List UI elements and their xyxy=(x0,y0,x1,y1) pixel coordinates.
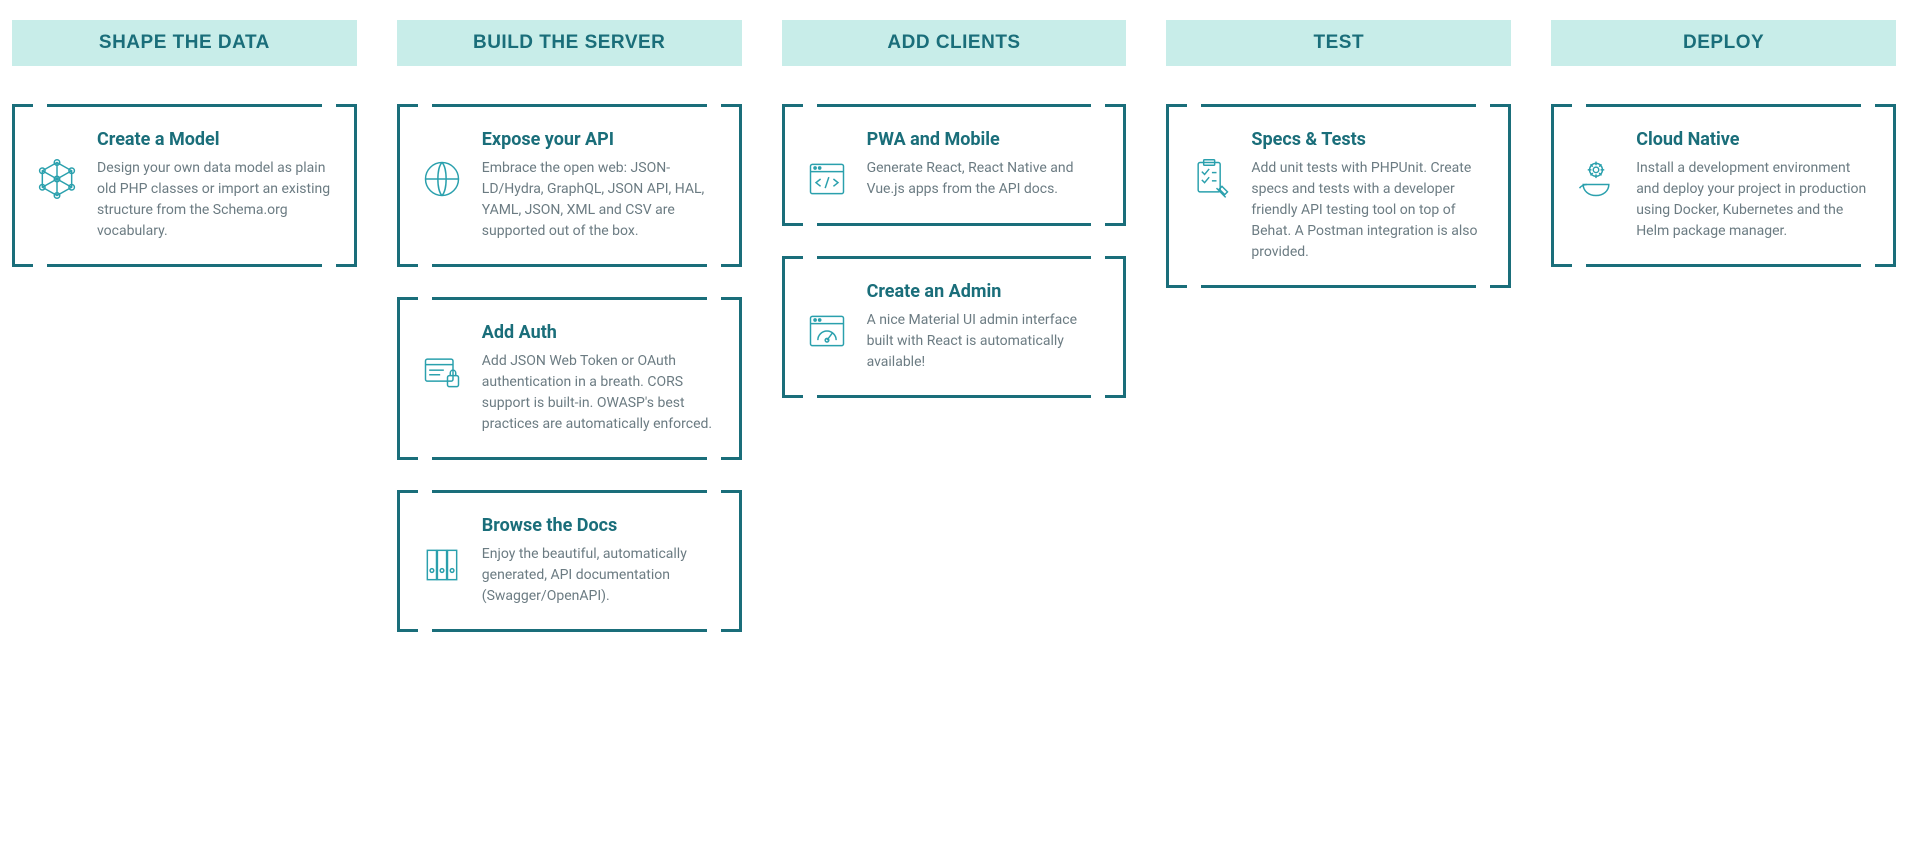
card-title: Cloud Native xyxy=(1636,129,1871,150)
card-description: A nice Material UI admin interface built… xyxy=(867,310,1102,373)
card-title: PWA and Mobile xyxy=(867,129,1102,150)
card-description: Embrace the open web: JSON-LD/Hydra, Gra… xyxy=(482,158,717,242)
card-cloud-native: Cloud Native Install a development envir… xyxy=(1551,104,1896,267)
auth-lock-icon xyxy=(420,350,464,394)
card-title: Specs & Tests xyxy=(1251,129,1486,150)
column-add-clients: ADD CLIENTS PWA and Mobile Generate Reac… xyxy=(782,20,1127,428)
card-pwa-mobile: PWA and Mobile Generate React, React Nat… xyxy=(782,104,1127,226)
model-graph-icon xyxy=(35,157,79,201)
card-title: Create an Admin xyxy=(867,281,1102,302)
column-shape-data: SHAPE THE DATA Create a Model Design you… xyxy=(12,20,357,297)
column-deploy: DEPLOY Cloud Native Install a developmen… xyxy=(1551,20,1896,297)
column-header: SHAPE THE DATA xyxy=(12,20,357,66)
column-header: ADD CLIENTS xyxy=(782,20,1127,66)
column-header: TEST xyxy=(1166,20,1511,66)
column-header: DEPLOY xyxy=(1551,20,1896,66)
docs-binder-icon xyxy=(420,543,464,587)
card-description: Install a development environment and de… xyxy=(1636,158,1871,242)
feature-columns: SHAPE THE DATA Create a Model Design you… xyxy=(12,20,1896,662)
globe-api-icon xyxy=(420,157,464,201)
card-title: Create a Model xyxy=(97,129,332,150)
cloud-native-icon xyxy=(1574,157,1618,201)
column-header: BUILD THE SERVER xyxy=(397,20,742,66)
column-build-server: BUILD THE SERVER Expose your API Embrace… xyxy=(397,20,742,662)
card-create-admin: Create an Admin A nice Material UI admin… xyxy=(782,256,1127,398)
card-browse-docs: Browse the Docs Enjoy the beautiful, aut… xyxy=(397,490,742,632)
card-create-model: Create a Model Design your own data mode… xyxy=(12,104,357,267)
card-title: Expose your API xyxy=(482,129,717,150)
card-description: Enjoy the beautiful, automatically gener… xyxy=(482,544,717,607)
card-specs-tests: Specs & Tests Add unit tests with PHPUni… xyxy=(1166,104,1511,288)
admin-dashboard-icon xyxy=(805,309,849,353)
card-add-auth: Add Auth Add JSON Web Token or OAuth aut… xyxy=(397,297,742,460)
card-description: Add unit tests with PHPUnit. Create spec… xyxy=(1251,158,1486,263)
card-description: Design your own data model as plain old … xyxy=(97,158,332,242)
card-expose-api: Expose your API Embrace the open web: JS… xyxy=(397,104,742,267)
card-description: Add JSON Web Token or OAuth authenticati… xyxy=(482,351,717,435)
checklist-icon xyxy=(1189,157,1233,201)
card-title: Browse the Docs xyxy=(482,515,717,536)
card-title: Add Auth xyxy=(482,322,717,343)
code-window-icon xyxy=(805,157,849,201)
card-description: Generate React, React Native and Vue.js … xyxy=(867,158,1102,200)
column-test: TEST Specs & Tests Add unit tests with P… xyxy=(1166,20,1511,318)
